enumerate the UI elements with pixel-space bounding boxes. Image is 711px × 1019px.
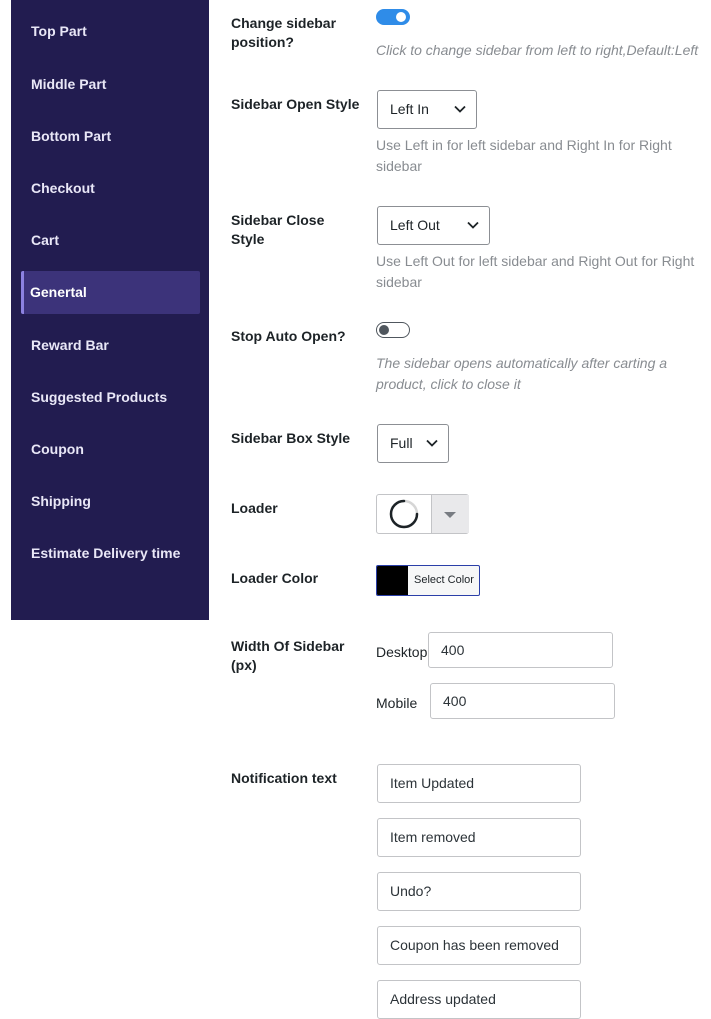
notification-coupon-removed-input[interactable]: Coupon has been removed [377, 926, 581, 965]
close-style-description: Use Left Out for left sidebar and Right … [376, 253, 695, 290]
close-style-value: Left Out [390, 217, 440, 233]
sidebar-width-label: Width Of Sidebar (px) [231, 638, 345, 673]
auto-open-toggle[interactable] [376, 322, 410, 338]
loader-label: Loader [231, 500, 278, 516]
sidebar-item-shipping[interactable]: Shipping [31, 492, 91, 510]
sidebar-item-checkout[interactable]: Checkout [31, 179, 95, 197]
sidebar-position-label: Change sidebar position? [231, 15, 337, 50]
toggle-knob [396, 12, 406, 22]
notification-undo-input[interactable]: Undo? [377, 872, 581, 911]
sidebar-item-cart[interactable]: Cart [31, 231, 59, 249]
desktop-width-label: Desktop [376, 644, 428, 660]
auto-open-description: The sidebar opens automatically after ca… [376, 355, 668, 392]
open-style-description: Use Left in for left sidebar and Right I… [376, 137, 672, 174]
loader-picker[interactable] [376, 494, 469, 534]
chevron-down-icon [454, 105, 466, 113]
sidebar-position-toggle[interactable] [376, 9, 410, 25]
loader-color-label: Loader Color [231, 570, 319, 586]
open-style-label: Sidebar Open Style [231, 96, 360, 112]
toggle-knob [379, 324, 389, 335]
sidebar-item-coupon[interactable]: Coupon [31, 440, 84, 458]
select-color-label: Select Color [414, 574, 474, 586]
chevron-down-icon [426, 439, 438, 447]
sidebar-item-suggested-products[interactable]: Suggested Products [31, 388, 167, 406]
open-style-value: Left In [390, 101, 429, 117]
caret-down-icon [444, 512, 456, 518]
sidebar-item-estimate-delivery-time[interactable]: Estimate Delivery time [31, 544, 180, 562]
close-style-select[interactable]: Left Out [377, 206, 490, 245]
mobile-width-input[interactable]: 400 [430, 683, 615, 719]
settings-sidebar: Top Part Middle Part Bottom Part Checkou… [11, 0, 209, 620]
select-color-button[interactable]: Select Color [376, 565, 480, 596]
sidebar-item-middle-part[interactable]: Middle Part [31, 75, 106, 93]
chevron-down-icon [467, 221, 479, 229]
notification-text-label: Notification text [231, 770, 337, 786]
desktop-width-input[interactable]: 400 [428, 632, 613, 668]
color-swatch [377, 566, 408, 595]
box-style-select[interactable]: Full [377, 424, 449, 463]
sidebar-position-description: Click to change sidebar from left to rig… [376, 42, 699, 58]
mobile-width-label: Mobile [376, 695, 418, 711]
box-style-value: Full [390, 435, 413, 451]
open-style-select[interactable]: Left In [377, 90, 477, 129]
notification-item-removed-input[interactable]: Item removed [377, 818, 581, 857]
loader-preview [377, 495, 431, 533]
spinner-icon [389, 499, 419, 529]
notification-address-updated-input[interactable]: Address updated [377, 980, 581, 1019]
loader-dropdown-toggle[interactable] [431, 495, 469, 533]
close-style-label: Sidebar Close Style [231, 212, 325, 247]
notification-item-updated-input[interactable]: Item Updated [377, 764, 581, 803]
sidebar-item-reward-bar[interactable]: Reward Bar [31, 336, 109, 354]
box-style-label: Sidebar Box Style [231, 430, 351, 446]
sidebar-item-top-part[interactable]: Top Part [31, 22, 87, 40]
sidebar-item-general[interactable]: Genertal [21, 271, 200, 314]
auto-open-label: Stop Auto Open? [231, 328, 346, 344]
sidebar-item-bottom-part[interactable]: Bottom Part [31, 127, 111, 145]
